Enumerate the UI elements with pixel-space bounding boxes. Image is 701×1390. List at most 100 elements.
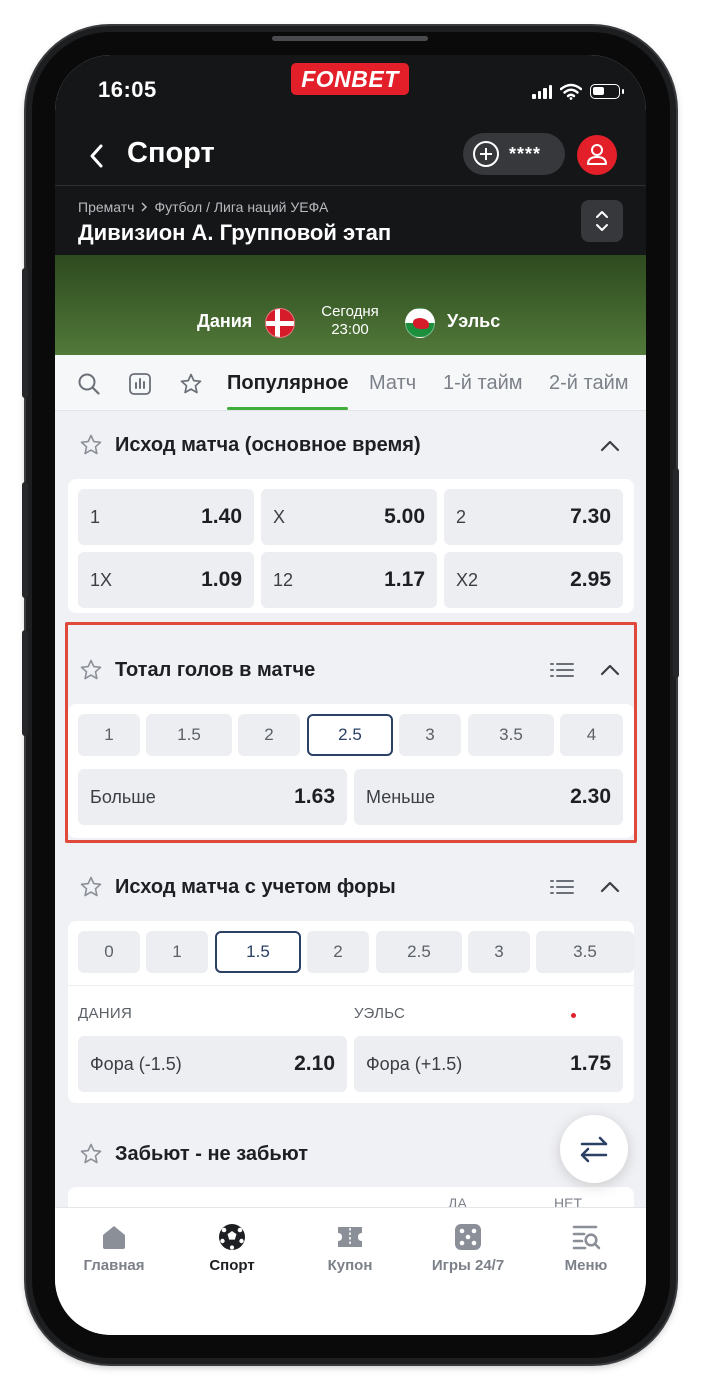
phone-side-button	[673, 468, 679, 678]
swap-floating-button[interactable]	[560, 1115, 628, 1183]
active-tab-indicator	[227, 407, 348, 410]
total-line-chip[interactable]: 1	[78, 714, 140, 756]
odd-button[interactable]: X 5.00	[261, 489, 437, 545]
switch-event-button[interactable]	[581, 200, 623, 242]
odd-label: Меньше	[366, 787, 435, 807]
match-datetime: Сегодня 23:00	[310, 303, 390, 339]
tab-first-half[interactable]: 1-й тайм	[443, 372, 523, 395]
denmark-flag-icon	[265, 308, 295, 338]
odd-button[interactable]: Фора (+1.5) 1.75	[354, 1036, 623, 1092]
total-line-chip[interactable]: 1.5	[146, 714, 232, 756]
odd-label: X2	[456, 570, 479, 590]
status-time: 16:05	[98, 77, 157, 102]
market-header-handicap[interactable]: Исход матча с учетом форы	[55, 857, 646, 917]
nav-item-games[interactable]: Игры 24/7	[409, 1208, 527, 1298]
handicap-line-chip[interactable]: 2.5	[376, 931, 462, 973]
odd-button[interactable]: 2 7.30	[444, 489, 623, 545]
favorites-star-icon[interactable]	[179, 372, 203, 396]
plus-circle-icon	[473, 141, 499, 167]
dice-icon	[455, 1224, 481, 1250]
fonbet-logo: FONBET	[291, 63, 409, 95]
handicap-line-chip[interactable]: 0	[78, 931, 140, 973]
soccer-ball-icon	[219, 1224, 245, 1250]
deposit-balance-button[interactable]: ****	[463, 133, 565, 175]
menu-search-icon	[572, 1225, 601, 1250]
star-icon[interactable]	[79, 658, 103, 682]
odd-label: Фора (+1.5)	[366, 1054, 463, 1074]
list-view-icon[interactable]	[549, 878, 575, 896]
star-icon[interactable]	[79, 433, 103, 457]
search-icon[interactable]	[77, 372, 101, 396]
chevron-up-icon[interactable]	[599, 663, 621, 677]
odd-button[interactable]: 1X 1.09	[78, 552, 254, 608]
chevron-right-icon	[141, 202, 148, 212]
coupon-icon	[338, 1227, 362, 1247]
tab-popular[interactable]: Популярное	[227, 372, 349, 395]
nav-label: Игры 24/7	[431, 1257, 505, 1274]
market-card-handicap: 0 1 1.5 2 2.5 3 3.5 ДАНИЯ УЭЛЬС Фора (-1…	[68, 921, 634, 1103]
market-header-total[interactable]: Тотал голов в матче	[55, 639, 646, 699]
chevron-up-icon[interactable]	[599, 439, 621, 453]
tab-second-half[interactable]: 2-й тайм	[549, 372, 629, 395]
odd-value: 1.09	[201, 568, 242, 591]
statistics-icon[interactable]	[128, 372, 152, 396]
market-header-outcome[interactable]: Исход матча (основное время)	[55, 411, 646, 471]
odd-label: 1	[90, 507, 101, 527]
wales-flag-icon	[405, 308, 435, 338]
odd-button[interactable]: 1 1.40	[78, 489, 254, 545]
nav-label: Купон	[327, 1257, 373, 1274]
handicap-line-chip[interactable]: 3	[468, 931, 530, 973]
market-card-outcome: 1 1.40 X 5.00 2 7.30 1X 1.09 12 1.17 X2 …	[68, 479, 634, 613]
handicap-line-chip-selected[interactable]: 1.5	[215, 931, 301, 973]
odd-button[interactable]: 12 1.17	[261, 552, 437, 608]
battery-icon	[590, 83, 624, 99]
home-team-name: Дания	[197, 311, 253, 331]
market-header-score[interactable]: Забьют - не забьют	[55, 1123, 646, 1183]
page-title: Спорт	[127, 137, 215, 169]
odd-label: Фора (-1.5)	[90, 1054, 182, 1074]
odd-value: 2.95	[570, 568, 611, 591]
away-team-name: Уэльс	[447, 311, 501, 331]
total-line-chip[interactable]: 3	[399, 714, 461, 756]
odd-value: 7.30	[570, 505, 611, 528]
wifi-icon	[560, 83, 582, 100]
odd-value: 2.30	[570, 785, 611, 808]
total-line-chip[interactable]: 4	[560, 714, 623, 756]
list-view-icon[interactable]	[549, 661, 575, 679]
odd-label: 1X	[90, 570, 113, 590]
back-arrow-icon[interactable]	[85, 141, 109, 171]
chevron-up-icon[interactable]	[599, 880, 621, 894]
phone-side-button	[22, 268, 28, 398]
odd-label: 12	[273, 570, 294, 590]
odd-button[interactable]: Больше 1.63	[78, 769, 347, 825]
nav-item-menu[interactable]: Меню	[527, 1208, 645, 1298]
odd-button[interactable]: Фора (-1.5) 2.10	[78, 1036, 347, 1092]
nav-item-sport[interactable]: Спорт	[173, 1208, 291, 1298]
total-line-chip[interactable]: 2	[238, 714, 300, 756]
handicap-line-chip[interactable]: 3.5	[536, 931, 634, 973]
odd-value: 5.00	[384, 505, 425, 528]
star-icon[interactable]	[79, 1142, 103, 1166]
nav-item-home[interactable]: Главная	[55, 1208, 173, 1298]
star-icon[interactable]	[79, 875, 103, 899]
profile-avatar-button[interactable]	[577, 135, 617, 175]
handicap-line-chip[interactable]: 1	[146, 931, 208, 973]
odd-label: X	[273, 507, 286, 527]
breadcrumb-item[interactable]: Футбол / Лига наций УЕФА	[154, 199, 328, 215]
tab-match[interactable]: Матч	[369, 372, 416, 395]
odd-value: 1.40	[201, 505, 242, 528]
nav-item-coupon[interactable]: Купон	[291, 1208, 409, 1298]
handicap-line-chip[interactable]: 2	[307, 931, 369, 973]
user-icon	[587, 144, 607, 165]
breadcrumb-item[interactable]: Прематч	[78, 199, 134, 215]
odd-button[interactable]: X2 2.95	[444, 552, 623, 608]
odd-button[interactable]: Меньше 2.30	[354, 769, 623, 825]
nav-label: Спорт	[209, 1257, 255, 1274]
odd-label: Больше	[90, 787, 156, 807]
total-line-chip[interactable]: 3.5	[468, 714, 554, 756]
notification-dot	[571, 1013, 576, 1018]
cellular-signal-icon	[532, 83, 552, 99]
phone-side-button	[22, 630, 28, 736]
market-tabs: Популярное Матч 1-й тайм 2-й тайм	[55, 355, 646, 411]
total-line-chip-selected[interactable]: 2.5	[307, 714, 393, 756]
